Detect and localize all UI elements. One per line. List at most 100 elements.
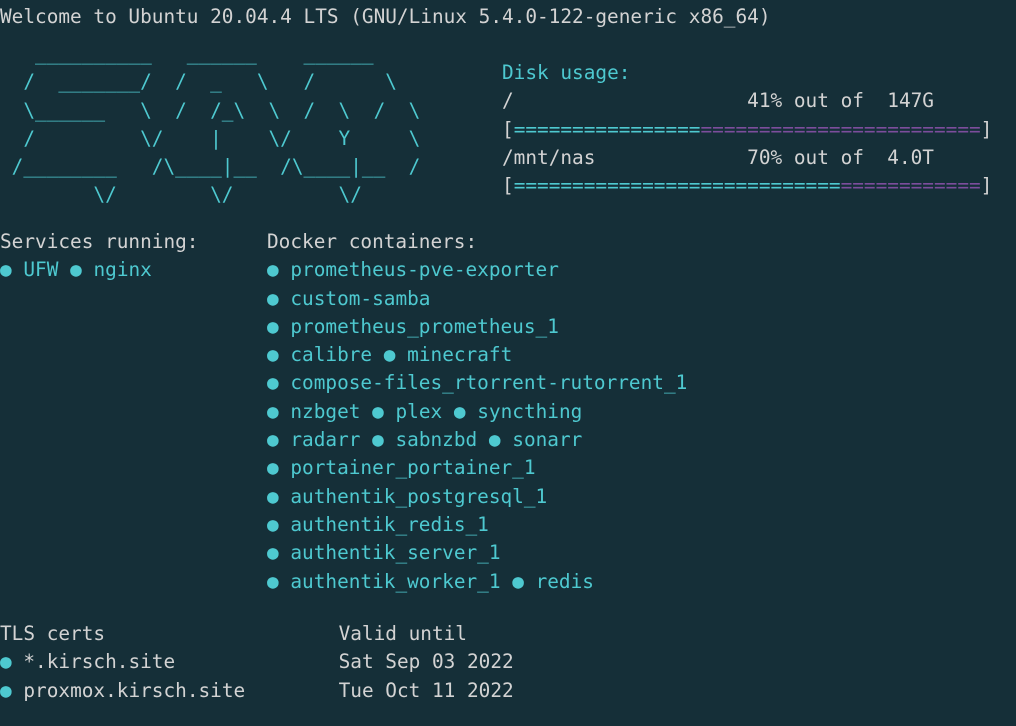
tls-spacer [175,650,338,673]
ascii-art-line: / \/ | \/ Y \ [0,126,421,150]
service-name[interactable]: UFW [23,258,58,281]
status-dot-icon: ● [267,399,279,423]
docker-container-name[interactable]: compose-files_rtorrent-rutorrent_1 [290,371,687,394]
disk-size-label: 4.0T [863,145,934,169]
docker-row: ● authentik_worker_1 ● redis [267,568,687,596]
docker-container-name[interactable]: syncthing [477,400,582,423]
docker-container-name[interactable]: custom-samba [290,287,430,310]
docker-container-name[interactable]: prometheus-pve-exporter [290,258,559,281]
ascii-art-line: /________ /\____|__ /\____|__ / [0,155,421,179]
tls-spacer [245,679,338,702]
tls-cert-valid-until: Sat Sep 03 2022 [338,650,514,674]
docker-container-name[interactable]: sabnzbd [395,428,477,451]
docker-container-name[interactable]: authentik_postgresql_1 [290,485,547,508]
docker-container-name[interactable]: plex [395,400,442,423]
bar-filled: ================ [513,117,701,141]
docker-container-name[interactable]: calibre [290,343,372,366]
docker-container-name[interactable]: redis [536,570,594,593]
disk-usage-bar: [=======================================… [502,116,992,144]
service-name[interactable]: nginx [93,258,151,281]
ascii-art-logo: __________ ______ ______ / _______/ / _ … [0,40,421,210]
ascii-art-line: / _______/ / _ \ / \ [0,70,397,94]
docker-container-name[interactable]: radarr [290,428,360,451]
status-dot-icon: ● [372,399,384,423]
tls-certs-heading: TLS certs [0,622,106,645]
tls-spacer [105,622,338,645]
bar-open-bracket: [ [502,117,514,141]
tls-certs-block: TLS certs Valid until ● *.kirsch.site Sat… [0,620,514,705]
status-dot-icon: ● [372,428,384,452]
separator-space [477,428,489,451]
docker-row: ● authentik_postgresql_1 [267,483,687,511]
separator-space [58,258,70,281]
status-dot-icon: ● [70,258,82,282]
tls-cert-row: ● *.kirsch.site Sat Sep 03 2022 [0,648,514,676]
separator-space [360,400,372,423]
status-dot-icon: ● [267,258,279,282]
bar-filled: ============================ [513,174,841,198]
status-dot-icon: ● [267,286,279,310]
services-heading: Services running: [0,230,199,253]
docker-container-name[interactable]: minecraft [407,343,512,366]
disk-percent-label: 41% out of [513,89,864,113]
disk-usage-heading: Disk usage: [502,61,631,84]
tls-heading-row: TLS certs Valid until [0,620,514,648]
separator-space [360,428,372,451]
separator-space [372,343,384,366]
disk-usage-bar: [=======================================… [502,172,992,200]
docker-container-name[interactable]: authentik_server_1 [290,541,500,564]
status-dot-icon: ● [267,484,279,508]
docker-row: ● custom-samba [267,285,687,313]
docker-container-name[interactable]: portainer_portainer_1 [290,456,535,479]
separator-space [442,400,454,423]
ascii-art-line: \/ \/ \/ [0,183,362,207]
docker-row: ● prometheus-pve-exporter [267,256,687,284]
status-dot-icon: ● [267,314,279,338]
disk-usage-entry: /mnt/nas 70% out of 4.0T [502,144,992,172]
tls-cert-row: ● proxmox.kirsch.site Tue Oct 11 2022 [0,677,514,705]
ascii-art-line: __________ ______ ______ [0,42,374,65]
status-dot-icon: ● [267,371,279,395]
docker-row: ● compose-files_rtorrent-rutorrent_1 [267,369,687,397]
disk-usage-entry: / 41% out of 147G [502,87,992,115]
tls-cert-domain[interactable]: *.kirsch.site [23,650,175,673]
disk-mount-label: / [502,89,514,113]
bar-close-bracket: ] [980,117,993,141]
bar-empty: ======================== [700,117,981,141]
terminal-screen: Welcome to Ubuntu 20.04.4 LTS (GNU/Linux… [0,0,1016,726]
docker-container-name[interactable]: sonarr [512,428,582,451]
disk-percent-label: 70% out of [595,145,864,169]
docker-container-name[interactable]: authentik_worker_1 [290,570,500,593]
status-dot-icon: ● [0,678,12,702]
disk-usage-block: Disk usage:/ 41% out of 147G [===========… [502,59,992,200]
ascii-art-line: \______ \ / /_\ \ / \ / \ [0,98,421,122]
docker-container-name[interactable]: prometheus_prometheus_1 [290,315,559,338]
status-dot-icon: ● [267,569,279,593]
services-row: ● UFW ● nginx [0,256,198,284]
docker-row: ● authentik_server_1 [267,539,687,567]
status-dot-icon: ● [267,541,279,565]
docker-row: ● portainer_portainer_1 [267,454,687,482]
docker-container-name[interactable]: authentik_redis_1 [290,513,488,536]
docker-row: ● calibre ● minecraft [267,341,687,369]
status-dot-icon: ● [383,343,396,367]
docker-container-name[interactable]: nzbget [290,400,360,423]
tls-cert-domain[interactable]: proxmox.kirsch.site [23,679,245,702]
